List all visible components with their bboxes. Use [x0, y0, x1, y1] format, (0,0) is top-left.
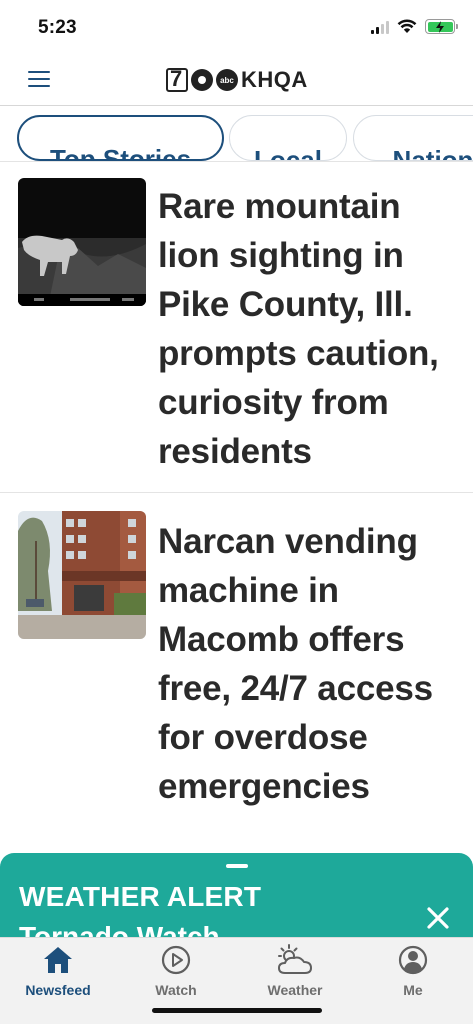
tab-nation[interactable]: Nation	[353, 115, 473, 161]
article-card[interactable]: Narcan vending machine in Macomb offers …	[0, 493, 473, 853]
category-tabs: Top Stories Local Nation	[0, 107, 473, 162]
nav-me[interactable]: Me	[358, 942, 468, 1002]
article-headline: Rare mountain lion sighting in Pike Coun…	[158, 187, 439, 471]
drag-handle[interactable]	[226, 864, 248, 868]
home-indicator[interactable]	[152, 1008, 322, 1013]
tab-label: Top Stories	[49, 144, 192, 161]
battery-icon	[425, 19, 458, 34]
wifi-icon	[397, 19, 417, 33]
nav-label: Newsfeed	[25, 982, 91, 998]
status-time: 5:23	[38, 17, 77, 38]
nav-weather[interactable]: Weather	[240, 942, 350, 1002]
nav-label: Me	[403, 982, 423, 998]
article-thumbnail	[18, 511, 146, 639]
khqa-logo: abc KHQA	[166, 66, 308, 94]
nav-label: Weather	[267, 982, 323, 998]
user-circle-icon	[398, 945, 428, 975]
partly-cloudy-icon	[278, 944, 312, 974]
article-headline: Narcan vending machine in Macomb offers …	[158, 522, 433, 806]
nav-newsfeed[interactable]: Newsfeed	[3, 942, 113, 1002]
channel-7-logo-icon	[166, 66, 188, 92]
hamburger-menu-icon[interactable]	[28, 67, 58, 91]
tab-local[interactable]: Local	[229, 115, 347, 161]
weather-alert-title: WEATHER ALERT	[19, 881, 262, 912]
article-thumbnail	[18, 178, 146, 306]
abc-logo-icon: abc	[216, 69, 238, 91]
cellular-signal-icon	[371, 20, 389, 34]
app-header: abc KHQA	[0, 56, 473, 106]
tab-label: Nation	[392, 145, 473, 161]
nav-label: Watch	[155, 982, 197, 998]
play-circle-icon	[161, 945, 191, 975]
close-icon[interactable]	[425, 905, 451, 931]
house-icon	[44, 947, 72, 973]
tab-top-stories[interactable]: Top Stories	[17, 115, 224, 161]
tab-label: Local	[254, 145, 322, 161]
cbs-eye-logo-icon	[191, 69, 213, 91]
logo-text: KHQA	[241, 67, 308, 92]
status-bar: 5:23	[0, 0, 473, 56]
status-icons	[371, 19, 458, 34]
nav-watch[interactable]: Watch	[121, 942, 231, 1002]
article-card[interactable]: Rare mountain lion sighting in Pike Coun…	[0, 162, 473, 493]
